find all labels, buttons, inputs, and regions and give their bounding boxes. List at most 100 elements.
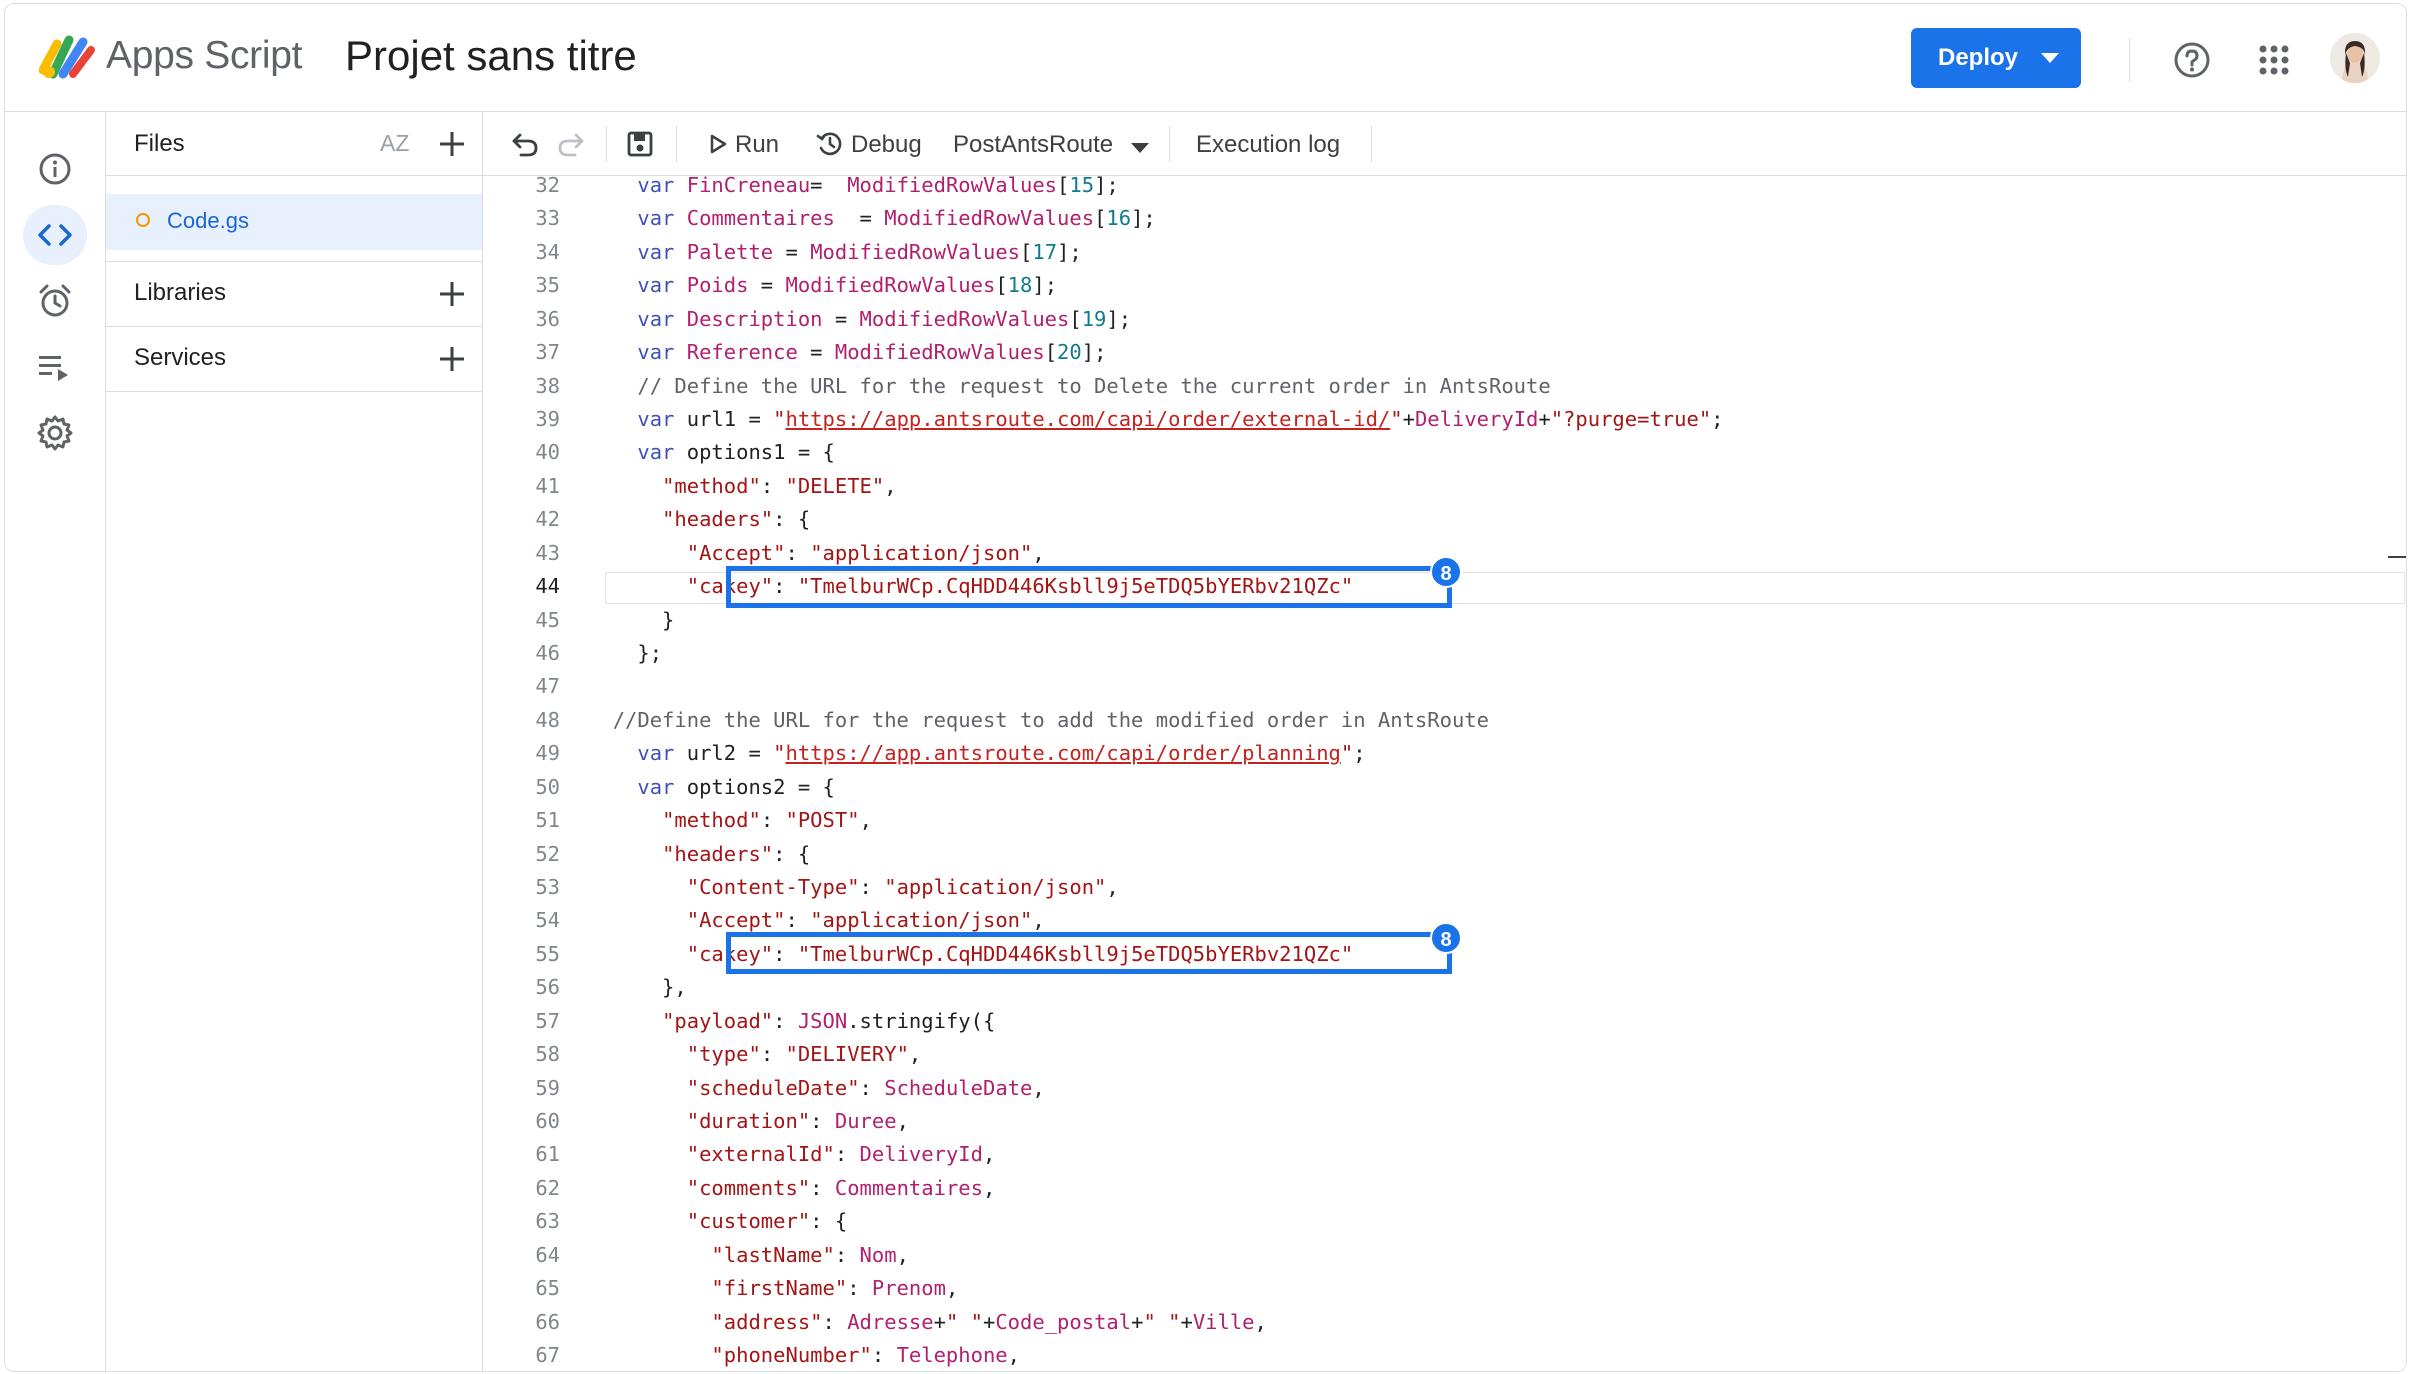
add-library-icon[interactable] <box>437 279 467 309</box>
rail-editor[interactable] <box>23 205 87 265</box>
code-line[interactable]: 36 var Description = ModifiedRowValues[1… <box>483 303 2406 336</box>
help-icon[interactable] <box>2173 41 2211 79</box>
deploy-button[interactable]: Deploy <box>1911 28 2081 88</box>
code-token: , <box>1106 875 1119 900</box>
project-title[interactable]: Projet sans titre <box>345 32 637 80</box>
code-token: "application/json" <box>810 540 1033 565</box>
code-line[interactable]: 49 var url2 = "https://app.antsroute.com… <box>483 737 2406 770</box>
code-token: , <box>1032 908 1045 933</box>
code-line[interactable]: 34 var Palette = ModifiedRowValues[17]; <box>483 236 2406 269</box>
left-nav-rail <box>5 112 106 1371</box>
code-line[interactable]: 63 "customer": { <box>483 1205 2406 1238</box>
code-token: : <box>785 540 811 565</box>
code-line[interactable]: 40 var options1 = { <box>483 436 2406 469</box>
code-line[interactable]: 50 var options2 = { <box>483 771 2406 804</box>
app-name[interactable]: Apps Script <box>106 34 302 78</box>
code-line[interactable]: 61 "externalId": DeliveryId, <box>483 1138 2406 1171</box>
line-number: 45 <box>535 607 560 632</box>
code-line[interactable]: 51 "method": "POST", <box>483 804 2406 837</box>
code-token: [ <box>1020 239 1033 264</box>
code-token: , <box>1254 1309 1267 1334</box>
code-editor[interactable]: 32 var FinCreneau= ModifiedRowValues[15]… <box>483 176 2406 1371</box>
code-token: ]; <box>1032 273 1058 298</box>
code-line[interactable]: 42 "headers": { <box>483 503 2406 536</box>
code-line[interactable]: 65 "firstName": Prenom, <box>483 1272 2406 1305</box>
code-line[interactable]: 64 "lastName": Nom, <box>483 1239 2406 1272</box>
redo-icon[interactable] <box>556 129 586 159</box>
code-token: : <box>822 1309 848 1334</box>
code-line[interactable]: 37 var Reference = ModifiedRowValues[20]… <box>483 336 2406 369</box>
code-line[interactable]: 58 "type": "DELIVERY", <box>483 1038 2406 1071</box>
save-icon[interactable] <box>625 129 655 159</box>
line-number: 42 <box>535 507 560 532</box>
services-section[interactable]: Services <box>106 326 482 392</box>
code-token: options2 = { <box>686 774 835 799</box>
line-number: 56 <box>535 975 560 1000</box>
line-number: 61 <box>535 1142 560 1167</box>
code-token: 20 <box>1057 340 1082 365</box>
code-line[interactable]: 35 var Poids = ModifiedRowValues[18]; <box>483 269 2406 302</box>
code-line[interactable]: 66 "address": Adresse+" "+Code_postal+" … <box>483 1306 2406 1339</box>
line-number: 49 <box>535 741 560 766</box>
add-service-icon[interactable] <box>437 344 467 374</box>
execution-log-button[interactable]: Execution log <box>1196 131 1340 159</box>
code-token: DeliveryId <box>1414 407 1539 431</box>
code-line[interactable]: 32 var FinCreneau= ModifiedRowValues[15]… <box>483 176 2406 202</box>
code-line[interactable]: 33 var Commentaires = ModifiedRowValues[… <box>483 202 2406 235</box>
code-text: "address": Adresse+" "+Code_postal+" "+V… <box>588 1306 1267 1339</box>
line-number: 34 <box>535 239 560 264</box>
code-token: ]; <box>1057 239 1082 264</box>
rail-triggers[interactable] <box>23 271 87 331</box>
file-item-code-gs[interactable]: Code.gs <box>106 194 482 250</box>
code-line[interactable]: 47 <box>483 670 2406 703</box>
code-line[interactable]: 53 "Content-Type": "application/json", <box>483 871 2406 904</box>
code-line[interactable]: 57 "payload": JSON.stringify({ <box>483 1005 2406 1038</box>
code-token: "method" <box>662 808 761 833</box>
sort-files-button[interactable]: AZ <box>380 130 409 157</box>
code-token: : <box>760 473 786 498</box>
code-text: "comments": Commentaires, <box>588 1172 996 1205</box>
debug-button[interactable]: Debug <box>816 112 936 175</box>
code-token: "headers" <box>662 841 774 866</box>
rail-overview[interactable] <box>23 139 87 199</box>
code-line[interactable]: 60 "duration": Duree, <box>483 1105 2406 1138</box>
apps-script-logo[interactable] <box>39 30 97 80</box>
code-text: "headers": { <box>588 838 810 871</box>
code-token: " " <box>1143 1309 1181 1334</box>
code-text: "duration": Duree, <box>588 1105 909 1138</box>
code-line[interactable]: 59 "scheduleDate": ScheduleDate, <box>483 1072 2406 1105</box>
code-token: "duration" <box>686 1109 811 1134</box>
code-token: "method" <box>662 473 761 498</box>
code-token: "application/json" <box>884 875 1107 900</box>
code-text: // Define the URL for the request to Del… <box>588 370 1550 403</box>
undo-icon[interactable] <box>510 129 540 159</box>
rail-settings[interactable] <box>23 403 87 463</box>
code-text: var FinCreneau= ModifiedRowValues[15]; <box>588 176 1118 202</box>
code-line[interactable]: 45 } <box>483 604 2406 637</box>
code-line[interactable]: 56 }, <box>483 971 2406 1004</box>
code-line[interactable]: 46 }; <box>483 637 2406 670</box>
code-line[interactable]: 38 // Define the URL for the request to … <box>483 370 2406 403</box>
code-line[interactable]: 52 "headers": { <box>483 838 2406 871</box>
code-line[interactable]: 62 "comments": Commentaires, <box>483 1172 2406 1205</box>
avatar[interactable] <box>2330 33 2380 83</box>
rail-executions[interactable] <box>23 337 87 397</box>
code-token: Duree <box>834 1109 897 1134</box>
code-line[interactable]: 39 var url1 = "https://app.antsroute.com… <box>483 403 2406 436</box>
code-line[interactable]: 48 //Define the URL for the request to a… <box>483 704 2406 737</box>
google-apps-icon[interactable] <box>2258 44 2290 76</box>
code-line[interactable]: 41 "method": "DELETE", <box>483 470 2406 503</box>
run-button[interactable]: Run <box>709 112 789 175</box>
code-token: : <box>847 1276 872 1301</box>
code-token: "Accept" <box>686 908 786 933</box>
code-token: ; <box>1711 407 1724 431</box>
code-token: : <box>834 1242 860 1267</box>
libraries-section[interactable]: Libraries <box>106 261 482 326</box>
files-title: Files <box>134 130 185 157</box>
add-file-icon[interactable] <box>437 129 467 159</box>
line-number: 32 <box>535 176 560 197</box>
code-line[interactable]: 67 "phoneNumber": Telephone, <box>483 1339 2406 1371</box>
